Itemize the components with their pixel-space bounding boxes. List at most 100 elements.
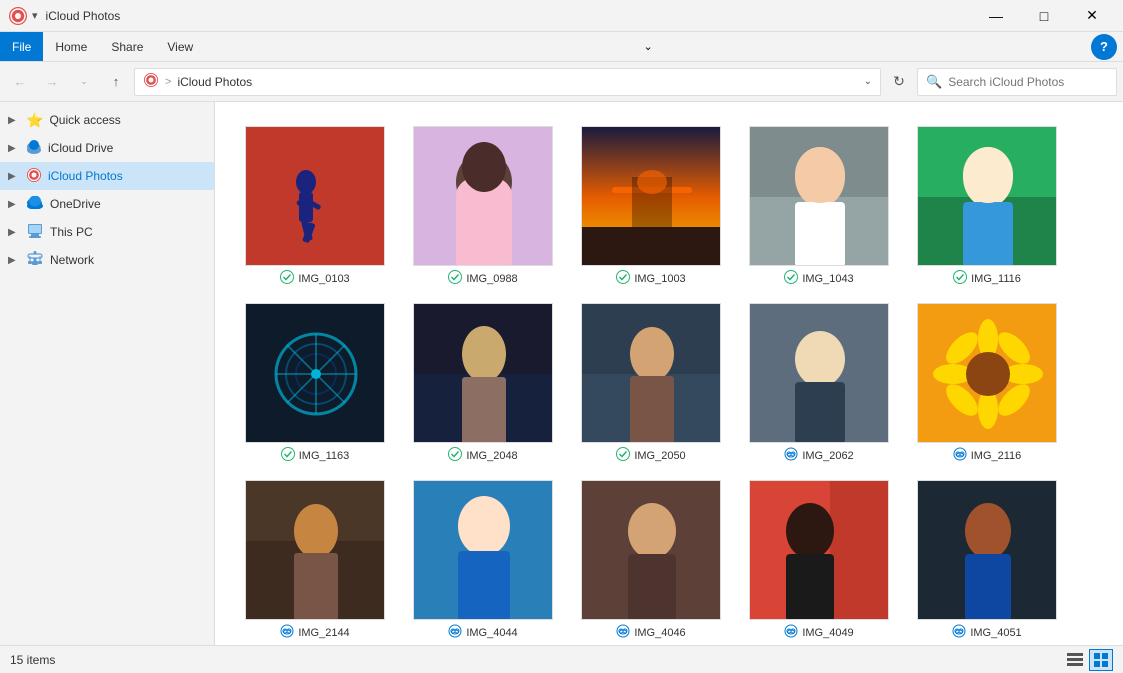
synced-icon — [616, 270, 630, 287]
sidebar-item-this-pc[interactable]: ▶ This PC — [0, 218, 214, 246]
photo-thumb-img1163 — [245, 303, 385, 443]
forward-button[interactable]: → — [38, 68, 66, 96]
menu-home[interactable]: Home — [43, 32, 99, 61]
minimize-button[interactable]: — — [973, 0, 1019, 32]
sidebar-item-quick-access[interactable]: ▶ ⭐ Quick access — [0, 106, 214, 134]
refresh-button[interactable]: ↻ — [885, 68, 913, 96]
photo-name: IMG_2048 — [466, 450, 517, 462]
sidebar-item-icloud-drive[interactable]: ▶ iCloud Drive — [0, 134, 214, 162]
help-button[interactable]: ? — [1091, 34, 1117, 60]
list-item[interactable]: IMG_4049 — [735, 472, 903, 645]
cloud-icon — [448, 624, 462, 641]
list-item[interactable]: IMG_0988 — [399, 118, 567, 295]
photo-label: IMG_2116 — [953, 447, 1022, 464]
title-bar: ▾ iCloud Photos — □ ✕ — [0, 0, 1123, 32]
search-bar[interactable]: 🔍 — [917, 68, 1117, 96]
photo-label: IMG_4051 — [952, 624, 1021, 641]
window-title: iCloud Photos — [46, 9, 973, 23]
list-item[interactable]: IMG_4044 — [399, 472, 567, 645]
address-bar: > iCloud Photos ⌄ — [134, 68, 881, 96]
list-item[interactable]: IMG_2050 — [567, 295, 735, 472]
menu-share[interactable]: Share — [99, 32, 155, 61]
list-item[interactable]: IMG_4051 — [903, 472, 1071, 645]
toolbar: ← → ⌄ ↑ > iCloud Photos ⌄ ↻ 🔍 — [0, 62, 1123, 102]
photo-name: IMG_4049 — [802, 627, 853, 639]
list-view-button[interactable] — [1063, 649, 1087, 671]
photo-thumb-img0988 — [413, 126, 553, 266]
photo-thumb-img2050 — [581, 303, 721, 443]
menu-view[interactable]: View — [155, 32, 205, 61]
ribbon-collapse[interactable]: ⌄ — [635, 32, 660, 61]
synced-icon — [448, 447, 462, 464]
photo-label: IMG_2048 — [448, 447, 517, 464]
item-count: 15 items — [10, 653, 55, 667]
photo-thumb-img2062 — [749, 303, 889, 443]
list-item[interactable]: IMG_1003 — [567, 118, 735, 295]
photo-label: IMG_4049 — [784, 624, 853, 641]
close-button[interactable]: ✕ — [1069, 0, 1115, 32]
back-button[interactable]: ← — [6, 68, 34, 96]
photo-thumb-img4051 — [917, 480, 1057, 620]
photo-thumb-img1043 — [749, 126, 889, 266]
list-item[interactable]: IMG_1116 — [903, 118, 1071, 295]
sidebar-label-this-pc: This PC — [50, 225, 93, 239]
list-item[interactable]: IMG_4046 — [567, 472, 735, 645]
synced-icon — [616, 447, 630, 464]
photo-label: IMG_1163 — [281, 447, 350, 464]
sidebar-item-network[interactable]: ▶ Network — [0, 246, 214, 274]
list-item[interactable]: IMG_2116 — [903, 295, 1071, 472]
expand-arrow: ▶ — [8, 255, 20, 266]
photo-thumb-img4049 — [749, 480, 889, 620]
synced-icon — [953, 270, 967, 287]
photo-thumb-img4046 — [581, 480, 721, 620]
forward-dropdown-button[interactable]: ⌄ — [70, 68, 98, 96]
address-dropdown-arrow[interactable]: ⌄ — [864, 76, 872, 87]
this-pc-icon — [26, 223, 44, 242]
photo-name: IMG_4046 — [634, 627, 685, 639]
ribbon-dropdown[interactable]: ▾ — [32, 9, 38, 22]
list-view-icon — [1067, 653, 1083, 667]
photo-name: IMG_1003 — [634, 273, 685, 285]
expand-arrow: ▶ — [8, 227, 20, 238]
sidebar-item-onedrive[interactable]: ▶ OneDrive — [0, 190, 214, 218]
photo-thumb-img2048 — [413, 303, 553, 443]
menu-bar: File Home Share View ⌄ ? — [0, 32, 1123, 62]
window-controls: — □ ✕ — [973, 0, 1115, 32]
sidebar-label-network: Network — [50, 253, 94, 267]
expand-arrow: ▶ — [8, 143, 20, 154]
cloud-icon — [280, 624, 294, 641]
sidebar-item-icloud-photos[interactable]: ▶ iCloud Photos — [0, 162, 214, 190]
photo-thumb-img4044 — [413, 480, 553, 620]
up-button[interactable]: ↑ — [102, 68, 130, 96]
photo-name: IMG_1163 — [299, 450, 350, 462]
menu-file[interactable]: File — [0, 32, 43, 61]
grid-view-button[interactable] — [1089, 649, 1113, 671]
photo-label: IMG_0988 — [448, 270, 517, 287]
photo-name: IMG_1116 — [971, 273, 1021, 285]
expand-arrow: ▶ — [8, 199, 20, 210]
icloud-photos-icon — [26, 167, 42, 186]
cloud-icon — [616, 624, 630, 641]
photo-name: IMG_2116 — [971, 450, 1022, 462]
cloud-icon — [784, 447, 798, 464]
status-bar: 15 items — [0, 645, 1123, 673]
list-item[interactable]: IMG_1043 — [735, 118, 903, 295]
expand-arrow: ▶ — [8, 115, 20, 126]
list-item[interactable]: IMG_2144 — [231, 472, 399, 645]
synced-icon — [448, 270, 462, 287]
photo-name: IMG_4051 — [970, 627, 1021, 639]
photo-label: IMG_2062 — [784, 447, 853, 464]
maximize-button[interactable]: □ — [1021, 0, 1067, 32]
list-item[interactable]: IMG_2048 — [399, 295, 567, 472]
photo-name: IMG_1043 — [802, 273, 853, 285]
photo-name: IMG_2050 — [634, 450, 685, 462]
photo-thumb-img0103 — [245, 126, 385, 266]
quick-access-icon: ⭐ — [26, 112, 43, 129]
list-item[interactable]: IMG_0103 — [231, 118, 399, 295]
sidebar-label-icloud-drive: iCloud Drive — [48, 141, 113, 155]
list-item[interactable]: IMG_1163 — [231, 295, 399, 472]
photo-label: IMG_4044 — [448, 624, 517, 641]
search-input[interactable] — [948, 75, 1108, 89]
photo-label: IMG_2050 — [616, 447, 685, 464]
list-item[interactable]: IMG_2062 — [735, 295, 903, 472]
